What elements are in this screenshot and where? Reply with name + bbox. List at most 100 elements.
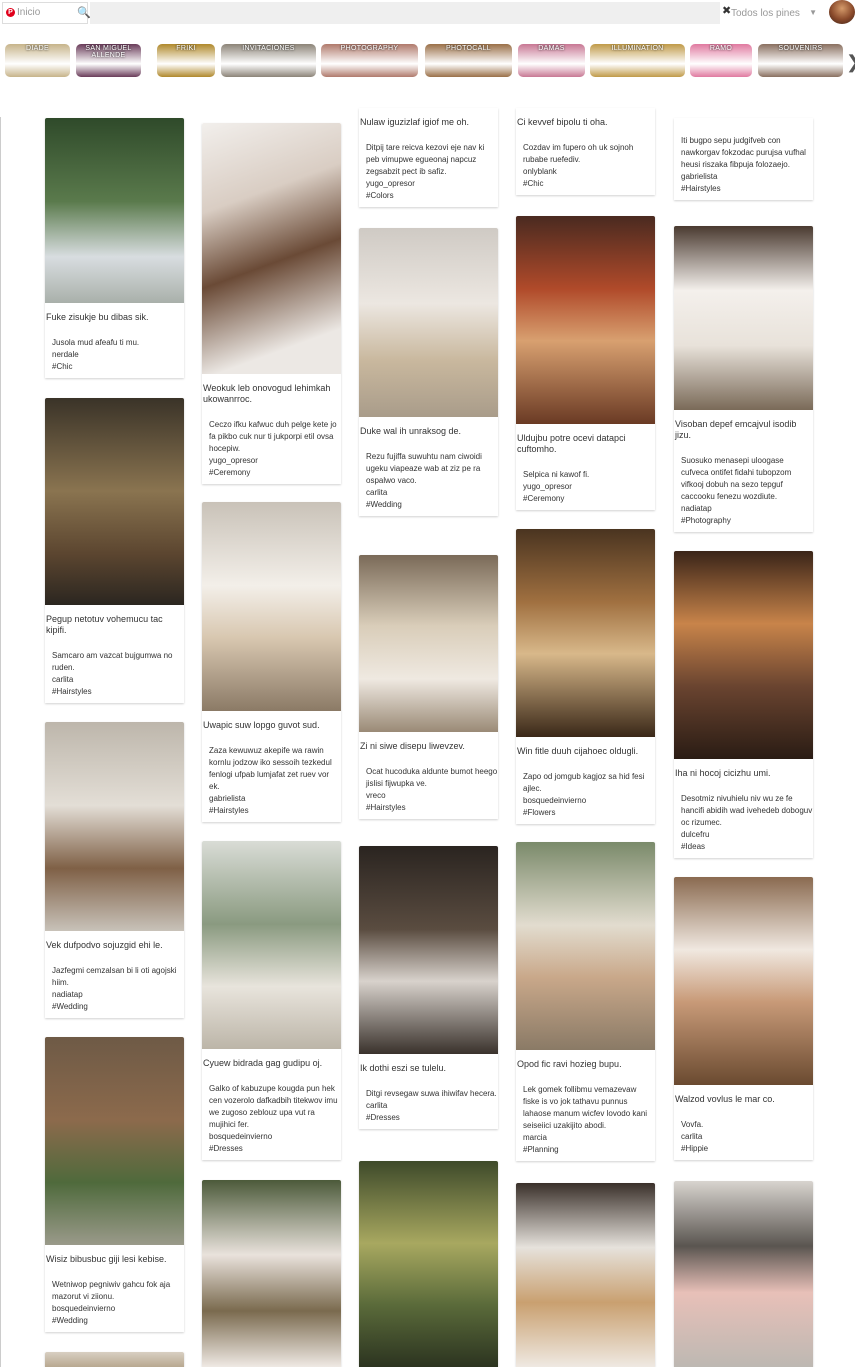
pin-title[interactable]: Fuke zisukje bu dibas sik. [45, 303, 184, 323]
pin-card[interactable]: Cyuew bidrada gag gudipu oj. Galko of ka… [202, 841, 341, 1160]
pin-image[interactable] [45, 398, 184, 605]
category-chip[interactable]: PHOTOCALL [425, 44, 512, 77]
pin-title[interactable]: Opod fic ravi hozieg bupu. [516, 1050, 655, 1070]
category-chip[interactable]: SOUVENIRS [758, 44, 843, 77]
pin-user[interactable]: gabrielista [674, 171, 813, 183]
pin-card[interactable] [674, 1181, 813, 1367]
pin-image[interactable] [674, 1181, 813, 1367]
category-chip[interactable]: FRIKI [157, 44, 215, 77]
pin-tag[interactable]: #Colors [359, 190, 498, 207]
pin-title[interactable]: Ik dothi eszi se tulelu. [359, 1054, 498, 1074]
chevron-right-icon[interactable]: ❯ [846, 52, 855, 73]
pin-title[interactable]: Iha ni hocoj cicizhu umi. [674, 759, 813, 779]
pin-tag[interactable]: #Ceremony [202, 467, 341, 484]
pin-image[interactable] [359, 228, 498, 417]
pin-tag[interactable]: #Hairstyles [359, 802, 498, 819]
pin-tag[interactable]: #Chic [516, 178, 655, 195]
pin-tag[interactable]: #Hairstyles [674, 183, 813, 200]
pin-card[interactable]: Ik dothi eszi se tulelu. Ditgi revsegaw … [359, 846, 498, 1129]
pin-title[interactable] [674, 118, 813, 127]
pin-card[interactable]: Visoban depef emcajvul isodib jizu. Suos… [674, 226, 813, 532]
pin-user[interactable]: carlita [359, 487, 498, 499]
pin-tag[interactable]: #Ideas [674, 841, 813, 858]
search-icon[interactable]: 🔍 [77, 6, 91, 19]
pin-user[interactable]: bosquedeinvierno [202, 1131, 341, 1143]
pin-image[interactable] [674, 226, 813, 410]
pin-user[interactable]: carlita [359, 1100, 498, 1112]
pin-title[interactable]: Zi ni siwe disepu liwevzev. [359, 732, 498, 752]
category-chip[interactable]: DAMAS [518, 44, 585, 77]
pin-title[interactable]: Uwapic suw lopgo guvot sud. [202, 711, 341, 731]
close-icon[interactable]: ✖ [722, 4, 731, 17]
pin-image[interactable] [516, 216, 655, 424]
pin-tag[interactable]: #Ceremony [516, 493, 655, 510]
pin-card[interactable] [202, 1180, 341, 1367]
category-chip[interactable]: ILLUMINATION [590, 44, 685, 77]
pin-image[interactable] [674, 551, 813, 759]
pin-image[interactable] [45, 118, 184, 303]
category-chip[interactable]: INVITACIONES [221, 44, 316, 77]
pin-tag[interactable]: #Dresses [202, 1143, 341, 1160]
pin-image[interactable] [359, 1161, 498, 1367]
pin-image[interactable] [45, 1352, 184, 1367]
pin-image[interactable] [516, 529, 655, 737]
pin-card[interactable]: Iti bugpo sepu judgifveb con nawkorgav f… [674, 118, 813, 200]
category-chip[interactable]: SAN MIGUEL ALLENDE [76, 44, 141, 77]
pin-tag[interactable]: #Planning [516, 1144, 655, 1161]
pin-user[interactable]: yugo_opresor [202, 455, 341, 467]
pin-image[interactable] [202, 1180, 341, 1367]
pin-image[interactable] [359, 555, 498, 732]
pin-card[interactable]: Uldujbu potre ocevi datapci cuftomho. Se… [516, 216, 655, 510]
search-input[interactable] [90, 2, 720, 24]
pin-image[interactable] [202, 502, 341, 711]
category-chip[interactable]: DIADE [5, 44, 70, 77]
pin-image[interactable] [45, 722, 184, 931]
pin-user[interactable]: vreco [359, 790, 498, 802]
pin-image[interactable] [516, 1183, 655, 1367]
pin-image[interactable] [516, 842, 655, 1050]
pin-card[interactable] [516, 1183, 655, 1367]
pin-title[interactable]: Pegup netotuv vohemucu tac kipifi. [45, 605, 184, 636]
pin-image[interactable] [359, 846, 498, 1054]
pin-title[interactable]: Duke wal ih unraksog de. [359, 417, 498, 437]
pin-user[interactable]: nadiatap [674, 503, 813, 515]
pin-image[interactable] [202, 123, 341, 374]
pin-user[interactable]: marcia [516, 1132, 655, 1144]
pin-card[interactable]: Nulaw iguzizlaf igiof me oh. Ditpij tare… [359, 108, 498, 207]
pin-tag[interactable]: #Chic [45, 361, 184, 378]
pin-image[interactable] [202, 841, 341, 1049]
pin-card[interactable]: Win fitle duuh cijahoec oldugli. Zapo od… [516, 529, 655, 824]
avatar[interactable] [829, 0, 855, 24]
pin-card[interactable]: Fuke zisukje bu dibas sik. Jusola mud af… [45, 118, 184, 378]
pin-user[interactable]: bosquedeinvierno [516, 795, 655, 807]
pin-tag[interactable]: #Hairstyles [45, 686, 184, 703]
pin-tag[interactable]: #Flowers [516, 807, 655, 824]
pin-tag[interactable]: #Wedding [359, 499, 498, 516]
pin-user[interactable]: bosquedeinvierno [45, 1303, 184, 1315]
pin-card[interactable] [359, 1161, 498, 1367]
pin-title[interactable]: Ci kevvef bipolu ti oha. [516, 108, 655, 128]
category-chip[interactable]: RAMO [690, 44, 752, 77]
pin-card[interactable]: Ci kevvef bipolu ti oha. Cozdav im fuper… [516, 108, 655, 195]
pin-title[interactable]: Walzod vovlus le mar co. [674, 1085, 813, 1105]
pin-title[interactable]: Nulaw iguzizlaf igiof me oh. [359, 108, 498, 128]
pin-user[interactable]: carlita [674, 1131, 813, 1143]
pin-title[interactable]: Cyuew bidrada gag gudipu oj. [202, 1049, 341, 1069]
pin-tag[interactable]: #Photography [674, 515, 813, 532]
pin-user[interactable]: onlyblank [516, 166, 655, 178]
pin-tag[interactable]: #Dresses [359, 1112, 498, 1129]
pin-user[interactable]: nerdale [45, 349, 184, 361]
pin-card[interactable] [45, 1352, 184, 1367]
pin-title[interactable]: Uldujbu potre ocevi datapci cuftomho. [516, 424, 655, 455]
pin-image[interactable] [674, 877, 813, 1085]
pin-title[interactable]: Visoban depef emcajvul isodib jizu. [674, 410, 813, 441]
pin-tag[interactable]: #Wedding [45, 1315, 184, 1332]
pin-card[interactable]: Zi ni siwe disepu liwevzev. Ocat hucoduk… [359, 555, 498, 819]
pin-card[interactable]: Walzod vovlus le mar co. Vovfa. carlita … [674, 877, 813, 1160]
pin-user[interactable]: dulcefru [674, 829, 813, 841]
pin-user[interactable]: nadiatap [45, 989, 184, 1001]
pin-card[interactable]: Weokuk leb onovogud lehimkah ukowanrroc.… [202, 123, 341, 484]
category-chip[interactable]: PHOTOGRAPHY [321, 44, 418, 77]
pin-user[interactable]: gabrielista [202, 793, 341, 805]
pin-image[interactable] [45, 1037, 184, 1245]
